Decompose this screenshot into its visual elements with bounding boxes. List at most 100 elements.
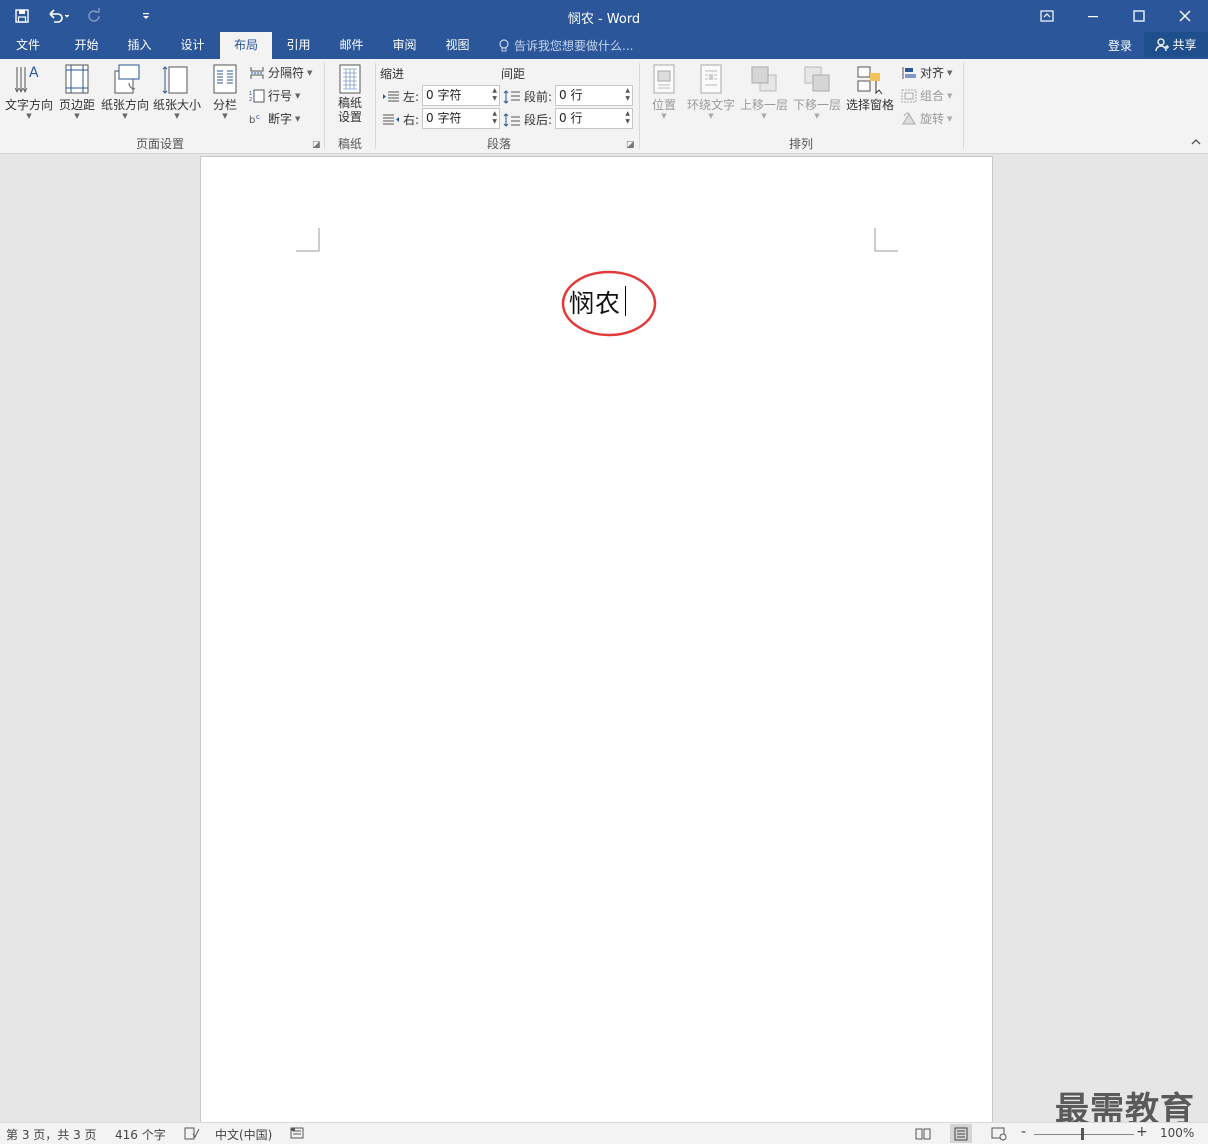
person-icon	[1155, 37, 1170, 51]
minimize-button[interactable]	[1070, 0, 1116, 32]
selection-pane-button[interactable]: 选择窗格	[845, 63, 895, 112]
send-backward-icon	[804, 66, 830, 92]
zoom-out-button[interactable]: -	[1021, 1124, 1026, 1140]
text-direction-button[interactable]: A 文字方向 ▼	[4, 63, 54, 120]
maximize-button[interactable]	[1116, 0, 1162, 32]
minimize-icon	[1088, 16, 1098, 18]
group-separator	[963, 63, 964, 149]
group-icon	[901, 89, 917, 102]
zoom-in-button[interactable]: +	[1136, 1124, 1148, 1140]
group-separator	[324, 63, 325, 149]
indent-right-input[interactable]: 0 字符 ▲ ▼	[422, 108, 500, 129]
proofing-status[interactable]	[184, 1126, 200, 1143]
rotate-button[interactable]: 旋转 ▼	[901, 110, 952, 127]
spacing-after-input[interactable]: 0 行 ▲ ▼	[555, 108, 633, 129]
indent-right-icon	[383, 114, 399, 124]
hyphenation-button[interactable]: bc 断字 ▼	[249, 110, 300, 127]
margins-label: 页边距	[58, 98, 95, 112]
paragraph-group-label: 段落	[486, 137, 511, 151]
spacing-header: 间距	[501, 67, 526, 81]
wrap-text-label: 环绕文字	[686, 98, 735, 112]
tab-file[interactable]: 文件	[0, 32, 56, 59]
draft-paper-setup-button[interactable]: 稿纸 设置	[331, 63, 369, 124]
indent-right-spinner[interactable]: ▲ ▼	[492, 110, 497, 126]
columns-button[interactable]: 分栏 ▼	[206, 63, 244, 120]
page-setup-launcher[interactable]: ◪	[312, 140, 321, 150]
margins-icon	[65, 64, 89, 94]
bring-forward-icon	[751, 66, 777, 92]
share-button[interactable]: 共享	[1144, 32, 1208, 57]
login-link[interactable]: 登录	[1108, 37, 1132, 54]
breaks-button[interactable]: 分隔符 ▼	[249, 64, 312, 81]
ribbon-tabs: 文件 开始 插入 设计 布局 引用 邮件 审阅 视图 告诉我您想要做什么... …	[0, 32, 1208, 60]
macro-record-icon	[290, 1127, 304, 1139]
align-icon	[902, 66, 916, 79]
position-button[interactable]: 位置 ▼	[646, 63, 682, 120]
close-button[interactable]	[1162, 0, 1208, 32]
collapse-ribbon-button[interactable]	[1191, 138, 1201, 146]
tab-home[interactable]: 开始	[60, 32, 113, 59]
web-layout-button[interactable]	[988, 1124, 1010, 1143]
hyphenation-label: 断字	[268, 112, 293, 126]
margins-button[interactable]: 页边距 ▼	[56, 63, 98, 120]
window-controls	[1024, 0, 1208, 32]
selection-pane-icon	[857, 66, 883, 95]
orientation-button[interactable]: 纸张方向 ▼	[100, 63, 150, 120]
tell-me-placeholder: 告诉我您想要做什么...	[514, 39, 634, 53]
indent-header: 缩进	[380, 67, 405, 81]
bring-forward-button[interactable]: 上移一层 ▼	[739, 63, 789, 120]
indent-left-value: 0 字符	[426, 88, 462, 102]
tab-mailings[interactable]: 邮件	[325, 32, 378, 59]
ribbon-display-options-button[interactable]	[1024, 0, 1070, 32]
draft-paper-group-label: 稿纸	[337, 137, 362, 151]
tab-view[interactable]: 视图	[431, 32, 484, 59]
page-margin-corner-left	[296, 228, 320, 252]
draft-paper-icon	[339, 64, 361, 94]
spacing-after-spinner[interactable]: ▲ ▼	[625, 110, 630, 126]
status-bar: 第 3 页，共 3 页 416 个字 中文(中国) - + 100%	[0, 1122, 1208, 1144]
language-status[interactable]: 中文(中国)	[215, 1126, 272, 1143]
size-button[interactable]: 纸张大小 ▼	[152, 63, 202, 120]
position-icon	[653, 64, 675, 94]
zoom-slider-track[interactable]	[1034, 1134, 1134, 1135]
line-numbers-button[interactable]: 12 行号 ▼	[249, 87, 300, 104]
hyphenation-icon: bc	[249, 113, 260, 126]
spacing-before-icon	[503, 89, 520, 104]
document-text[interactable]: 悯农	[569, 284, 621, 320]
zoom-level[interactable]: 100%	[1160, 1126, 1194, 1140]
macro-status[interactable]	[290, 1126, 306, 1143]
tab-review[interactable]: 审阅	[378, 32, 431, 59]
align-label: 对齐	[920, 66, 945, 80]
tell-me-box[interactable]: 告诉我您想要做什么...	[498, 32, 633, 59]
wrap-text-button[interactable]: 环绕文字 ▼	[686, 63, 736, 120]
spacing-before-input[interactable]: 0 行 ▲ ▼	[555, 85, 633, 106]
group-button[interactable]: 组合 ▼	[901, 87, 952, 104]
draft-paper-setup-label-1: 稿纸	[337, 96, 362, 110]
size-label: 纸张大小	[152, 98, 201, 112]
tab-insert[interactable]: 插入	[113, 32, 166, 59]
send-backward-button[interactable]: 下移一层 ▼	[792, 63, 842, 120]
indent-right-label: 右:	[382, 111, 419, 128]
tab-layout[interactable]: 布局	[220, 32, 272, 60]
tab-references[interactable]: 引用	[272, 32, 325, 59]
tab-design[interactable]: 设计	[166, 32, 219, 59]
columns-label: 分栏	[212, 98, 237, 112]
indent-left-input[interactable]: 0 字符 ▲ ▼	[422, 85, 500, 106]
indent-left-spinner[interactable]: ▲ ▼	[492, 87, 497, 103]
breaks-icon	[250, 66, 264, 79]
chevron-up-icon	[1191, 139, 1201, 145]
spacing-before-label: 段前:	[503, 88, 552, 105]
spacing-before-spinner[interactable]: ▲ ▼	[625, 87, 630, 103]
ribbon-display-icon	[1040, 10, 1054, 22]
zoom-slider-thumb[interactable]	[1081, 1128, 1084, 1140]
word-count[interactable]: 416 个字	[115, 1126, 166, 1143]
web-layout-icon	[991, 1127, 1007, 1140]
print-layout-button[interactable]	[950, 1124, 972, 1143]
orientation-icon	[114, 64, 140, 94]
page-count[interactable]: 第 3 页，共 3 页	[6, 1126, 97, 1143]
paragraph-launcher[interactable]: ◪	[626, 140, 635, 150]
svg-text:2: 2	[249, 97, 252, 103]
read-mode-button[interactable]	[912, 1124, 934, 1143]
align-button[interactable]: 对齐 ▼	[901, 64, 952, 81]
paper-size-icon	[162, 66, 188, 94]
